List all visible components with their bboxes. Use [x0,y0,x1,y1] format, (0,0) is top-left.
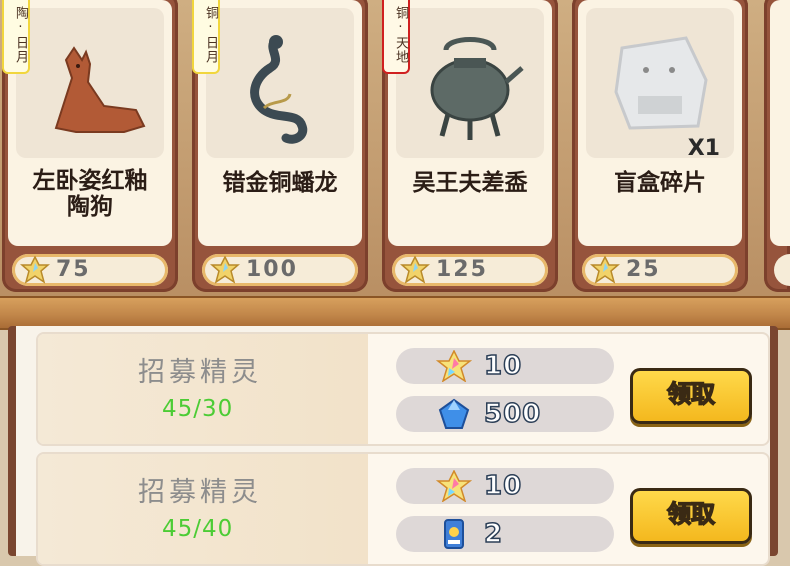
task-row: 招募精灵 45/30 10 500 领取 [36,332,770,446]
card-panel: X1 盲盒碎片 [578,0,742,246]
item-price: 75 [56,257,91,282]
item-name: 左卧姿红釉 陶狗 [32,168,148,220]
shop-card-partial[interactable] [764,0,790,292]
task-list-frame: 招募精灵 45/30 10 500 领取 招募精灵 45/40 10 2 领取 [8,326,778,566]
star-crystal-icon [590,256,620,284]
claim-button[interactable]: 领取 [630,488,752,544]
shop-card-bronze-dragon[interactable]: 错金铜蟠龙 铜·日月 100 [192,0,368,292]
price-bar: 100 [202,254,358,286]
shop-card-red-glaze-dog[interactable]: 左卧姿红釉 陶狗 陶·日月 75 [2,0,178,292]
item-quantity: X1 [687,136,720,158]
item-tag-badge: 铜·日月 [192,0,220,74]
item-image-pottery-dog [16,8,164,158]
item-image-bronze-dragon [206,8,354,158]
item-name: 错金铜蟠龙 [222,170,338,196]
card-panel [770,0,790,246]
reward-pill: 10 [396,348,614,384]
item-tag-badge: 陶·日月 [2,0,30,74]
item-image-bronze-vessel [396,8,544,158]
blue-gem-icon [438,398,470,429]
price-bar [774,254,790,286]
shop-card-blindbox-fragment[interactable]: X1 盲盒碎片 25 [572,0,748,292]
price-bar: 25 [582,254,738,286]
price-bar: 75 [12,254,168,286]
item-price: 100 [246,257,298,282]
item-price: 125 [436,257,488,282]
claim-button[interactable]: 领取 [630,368,752,424]
star-crystal-icon [20,256,50,284]
task-progress: 45/30 [162,396,234,422]
ticket-icon [444,519,464,549]
task-progress: 45/40 [162,516,234,542]
reward-amount: 500 [483,398,542,430]
item-tag-badge: 铜·天地 [382,0,410,74]
star-crystal-icon [210,256,240,284]
item-name: 吴王夫差盉 [412,170,528,196]
item-price: 25 [626,257,661,282]
task-row: 招募精灵 45/40 10 2 领取 [36,452,770,566]
reward-amount: 2 [483,518,504,550]
star-crystal-icon [436,470,472,502]
reward-amount: 10 [483,470,523,502]
reward-amount: 10 [483,350,523,382]
price-bar: 125 [392,254,548,286]
shop-card-fuchai-he[interactable]: 吴王夫差盉 铜·天地 125 [382,0,558,292]
card-panel: 吴王夫差盉 [388,0,552,246]
item-image-blindbox-fragment: X1 [586,8,734,158]
task-title: 招募精灵 [138,357,262,388]
card-panel: 左卧姿红釉 陶狗 [8,0,172,246]
task-title: 招募精灵 [138,477,262,508]
reward-pill: 2 [396,516,614,552]
wooden-divider [0,296,790,330]
item-name: 盲盒碎片 [614,170,706,196]
card-panel: 错金铜蟠龙 [198,0,362,246]
task-list: 招募精灵 45/30 10 500 领取 招募精灵 45/40 10 2 领取 [16,326,770,566]
star-crystal-icon [436,350,472,382]
star-crystal-icon [400,256,430,284]
reward-pill: 10 [396,468,614,504]
reward-pill: 500 [396,396,614,432]
